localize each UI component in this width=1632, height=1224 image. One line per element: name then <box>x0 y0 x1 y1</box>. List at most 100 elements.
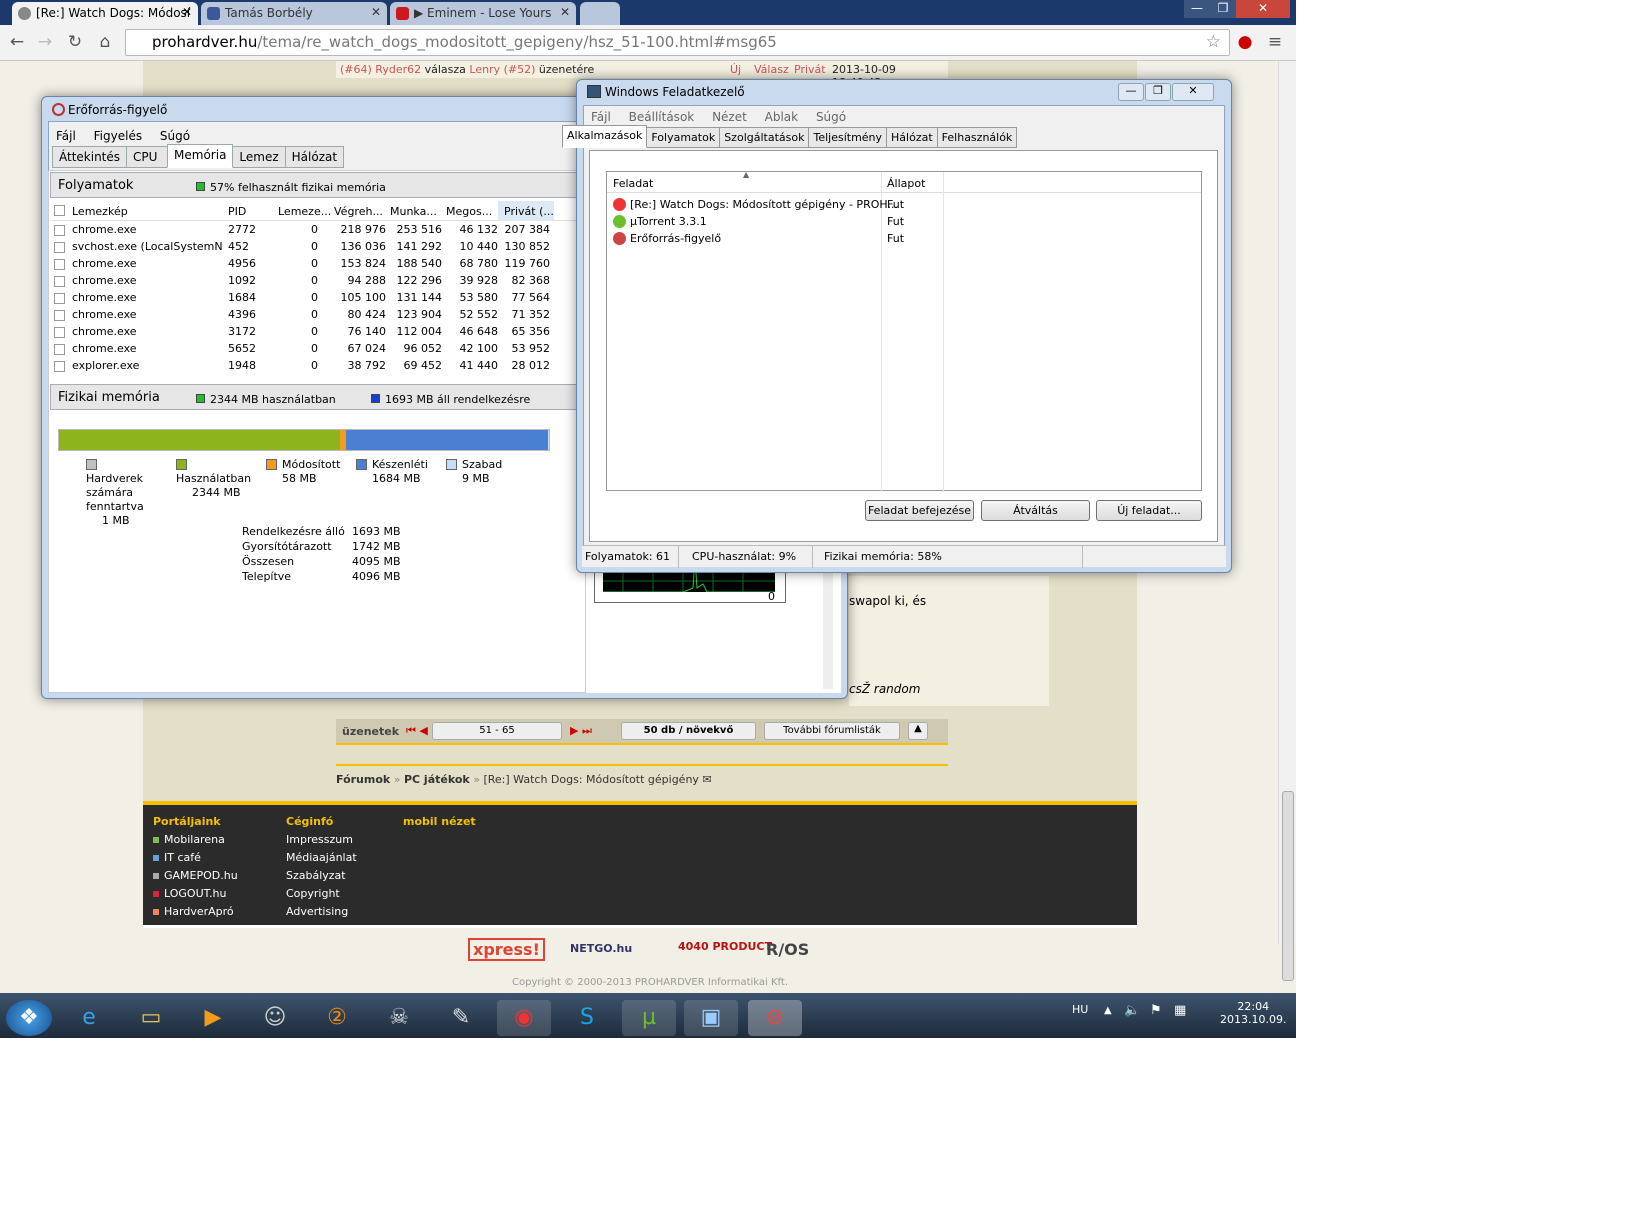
tab-facebook[interactable]: Tamás Borbély ✕ <box>201 2 387 25</box>
minimize-button[interactable]: — <box>1118 83 1144 101</box>
tray-arrow-icon[interactable]: ▲ <box>1104 1005 1112 1016</box>
flag-icon[interactable]: ⚑ <box>1150 1003 1162 1018</box>
scroll-thumb[interactable] <box>1282 791 1294 981</box>
process-checkbox[interactable] <box>54 259 65 270</box>
task-row[interactable]: Erőforrás-figyelő Fut <box>607 230 1201 247</box>
menu-icon[interactable]: ≡ <box>1264 31 1286 53</box>
process-cell: chrome.exe <box>72 223 137 236</box>
process-row[interactable]: chrome.exe 3172 0 76 140 112 004 46 648 65 356 <box>52 324 580 340</box>
task-row[interactable]: µTorrent 3.3.1 Fut <box>607 213 1201 230</box>
stat-value: 1693 MB <box>352 525 401 538</box>
mail-icon[interactable]: ✉ <box>702 773 711 786</box>
process-checkbox[interactable] <box>54 361 65 372</box>
process-row[interactable]: chrome.exe 5652 0 67 024 96 052 42 100 53 952 <box>52 341 580 357</box>
process-checkbox[interactable] <box>54 225 65 236</box>
switch-to-button[interactable]: Átváltás <box>981 500 1090 521</box>
page-scrollbar[interactable] <box>1278 61 1296 981</box>
new-task-button[interactable]: Új feladat... <box>1096 500 1202 521</box>
stat-label: Telepítve <box>242 570 292 583</box>
last-page-icon[interactable]: ▶ ⏭ <box>570 724 592 738</box>
network-icon[interactable]: ▦ <box>1174 1003 1186 1018</box>
tab-memory[interactable]: Memória <box>167 144 234 168</box>
tab-processes[interactable]: Folyamatok <box>646 127 721 148</box>
forward-icon[interactable]: → <box>34 31 56 53</box>
tab-network[interactable]: Hálózat <box>284 146 345 168</box>
clock[interactable]: 22:04 2013.10.09. <box>1220 1000 1286 1026</box>
more-forums-select[interactable]: További fórumlisták <box>764 722 900 740</box>
maximize-button[interactable]: ❐ <box>1210 0 1236 18</box>
legend-swatch <box>86 459 97 470</box>
close-icon[interactable]: ✕ <box>182 5 192 19</box>
skype-icon[interactable]: S <box>560 1000 614 1036</box>
per-page-select[interactable]: 50 db / növekvő <box>621 722 756 740</box>
utorrent-icon[interactable]: µ <box>622 1000 676 1036</box>
process-checkbox[interactable] <box>54 327 65 338</box>
tab-performance[interactable]: Teljesítmény <box>808 127 888 148</box>
select-all-checkbox[interactable] <box>54 205 65 216</box>
extension-icon[interactable]: ● <box>1234 31 1256 53</box>
process-row[interactable]: chrome.exe 4956 0 153 824 188 540 68 780 119 7… <box>52 256 580 272</box>
netgo-logo[interactable]: NETGO.hu <box>570 942 632 955</box>
volume-icon[interactable]: 🔈 <box>1124 1003 1140 1018</box>
physical-memory-section-header[interactable]: Fizikai memória 2344 MB használatban 169… <box>50 384 583 410</box>
close-icon[interactable]: ✕ <box>560 5 570 19</box>
processes-section-header[interactable]: Folyamatok 57% felhasznált fizikai memór… <box>50 172 583 198</box>
notepad-icon[interactable]: ✎ <box>434 1000 488 1036</box>
process-row[interactable]: chrome.exe 1684 0 105 100 131 144 53 580 77 56… <box>52 290 580 306</box>
ie-icon[interactable]: e <box>62 1000 116 1036</box>
process-row[interactable]: chrome.exe 2772 0 218 976 253 516 46 132 207 3… <box>52 222 580 238</box>
tab-applications[interactable]: Alkalmazások <box>562 125 648 148</box>
process-checkbox[interactable] <box>54 293 65 304</box>
tab-users[interactable]: Felhasználók <box>936 127 1018 148</box>
process-checkbox[interactable] <box>54 344 65 355</box>
task-row[interactable]: [Re:] Watch Dogs: Módosított gépigény - … <box>607 196 1201 213</box>
taskmgr-icon[interactable]: ▣ <box>684 1000 738 1036</box>
tab-services[interactable]: Szolgáltatások <box>719 127 810 148</box>
folder-icon[interactable]: ▭ <box>124 1000 178 1036</box>
xpress-logo[interactable]: xpress! <box>468 938 545 961</box>
process-row[interactable]: svchost.exe (LocalSystemNet... 452 0 136 03… <box>52 239 580 255</box>
process-checkbox[interactable] <box>54 276 65 287</box>
new-tab-button[interactable] <box>580 2 620 25</box>
process-cell: 3172 <box>228 325 256 338</box>
chrome-tab-bar: [Re:] Watch Dogs: Módosí ✕ Tamás Borbély… <box>0 0 1296 25</box>
page-range-select[interactable]: 51 - 65 <box>432 722 562 740</box>
process-row[interactable]: chrome.exe 1092 0 94 288 122 296 39 928 82 368 <box>52 273 580 289</box>
process-row[interactable]: chrome.exe 4396 0 80 424 123 904 52 552 71 352 <box>52 307 580 323</box>
memory-stat-row: Gyorsítótárazott 1742 MB <box>242 539 401 554</box>
tab-disk[interactable]: Lemez <box>232 146 286 168</box>
process-cell: chrome.exe <box>72 308 137 321</box>
cod-icon[interactable]: ☠ <box>372 1000 426 1036</box>
tab-youtube[interactable]: ▶ Eminem - Lose Yours ✕ <box>390 2 576 25</box>
process-row[interactable]: explorer.exe 1948 0 38 792 69 452 41 440 28 01… <box>52 358 580 374</box>
close-icon[interactable]: ✕ <box>371 5 381 19</box>
media-player-icon[interactable]: ▶ <box>186 1000 240 1036</box>
maximize-button[interactable]: ❐ <box>1145 83 1171 101</box>
ros-logo[interactable]: R/OS <box>766 940 809 959</box>
close-window-button[interactable]: ✕ <box>1236 0 1290 18</box>
address-bar[interactable]: prohardver.hu/tema/re_watch_dogs_modosit… <box>125 29 1230 56</box>
resmon-icon[interactable]: ⊘ <box>748 1000 802 1036</box>
process-checkbox[interactable] <box>54 242 65 253</box>
home-icon[interactable]: ⌂ <box>94 31 116 53</box>
scroll-top-button[interactable]: ▲ <box>908 722 928 740</box>
chrome-icon[interactable]: ◉ <box>497 1000 551 1036</box>
game-icon[interactable]: ② <box>310 1000 364 1036</box>
tab-cpu[interactable]: CPU <box>126 146 169 168</box>
star-icon[interactable]: ☆ <box>1206 30 1221 55</box>
app-icon[interactable]: ☺ <box>248 1000 302 1036</box>
start-button[interactable]: ❖ <box>6 1000 52 1036</box>
language-indicator[interactable]: HU <box>1072 1003 1088 1016</box>
first-page-icon[interactable]: ⏮ ◀ <box>406 724 428 738</box>
4040-logo[interactable]: 4040 PRODUCT <box>678 940 772 953</box>
end-task-button[interactable]: Feladat befejezése <box>865 500 974 521</box>
process-checkbox[interactable] <box>54 310 65 321</box>
reload-icon[interactable]: ↻ <box>64 31 86 53</box>
close-window-button[interactable]: ✕ <box>1172 83 1214 101</box>
process-cell: 0 <box>311 223 318 236</box>
tab-watch-dogs[interactable]: [Re:] Watch Dogs: Módosí ✕ <box>12 2 198 25</box>
back-icon[interactable]: ← <box>6 31 28 53</box>
tab-overview[interactable]: Áttekintés <box>52 146 128 168</box>
tab-network[interactable]: Hálózat <box>886 127 938 148</box>
minimize-button[interactable]: — <box>1184 0 1210 18</box>
